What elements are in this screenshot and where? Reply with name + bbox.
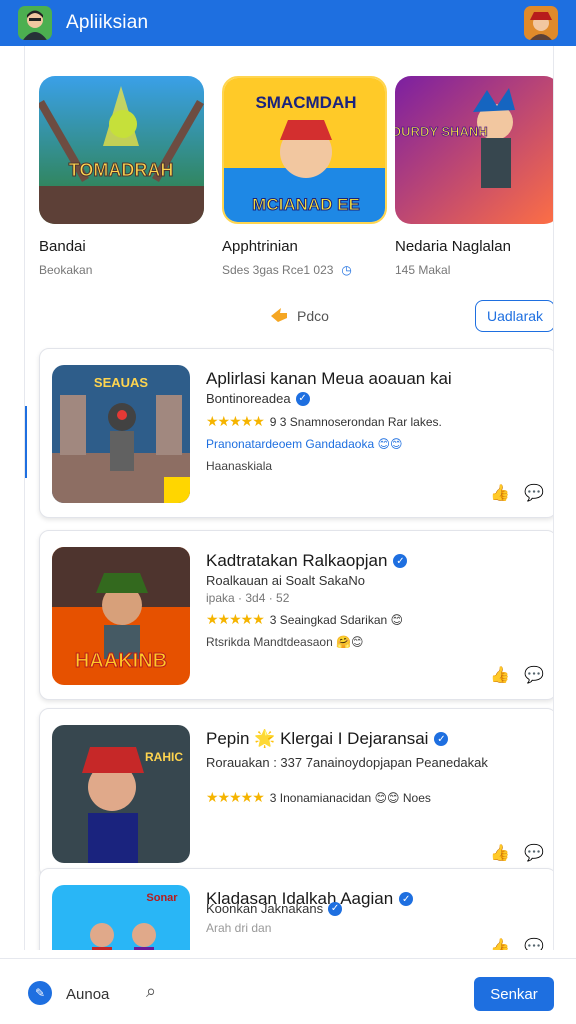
pen-icon[interactable]: ✎ xyxy=(28,981,52,1005)
update-button[interactable]: Uadlarak xyxy=(475,300,553,332)
main-content: TOMADRAH Bandai Beokakan SMACMDAH MCIANA… xyxy=(24,46,554,950)
featured-item[interactable]: SMACMDAH MCIANAD EE Apphtrinian Sdes 3ga… xyxy=(222,76,387,277)
bottom-label[interactable]: Aunoa xyxy=(66,986,109,1003)
featured-thumbnail[interactable]: SOURDY SHANH xyxy=(395,76,553,224)
app-list-card[interactable]: HAAKINB Kadtratakan Ralkaopjan ✓ Roalkau… xyxy=(39,530,553,700)
send-button[interactable]: Senkar xyxy=(474,977,554,1011)
app-thumbnail[interactable]: Sonar xyxy=(52,885,190,950)
app-info: Arah dri dan xyxy=(206,921,272,935)
pointer-icon xyxy=(269,306,289,329)
app-title: Apliiksian xyxy=(66,12,149,33)
featured-item[interactable]: TOMADRAH Bandai Beokakan xyxy=(39,76,204,277)
app-category: Haanaskiala xyxy=(206,459,273,473)
scroll-indicator xyxy=(25,406,27,478)
featured-thumbnail[interactable]: TOMADRAH xyxy=(39,76,204,224)
profile-avatar[interactable] xyxy=(524,6,558,40)
app-title: Pepin 🌟 Klergai I Dejaransai xyxy=(206,729,429,748)
app-thumbnail[interactable]: RAHIC xyxy=(52,725,190,863)
user-avatar[interactable] xyxy=(18,6,52,40)
featured-art-text: SMACMDAH xyxy=(255,93,356,112)
verified-icon: ✓ xyxy=(295,391,310,406)
featured-title: Nedaria Naglalan xyxy=(395,238,511,255)
app-tagline: Pranonatardeoem Gandadaoka 😊😊 xyxy=(206,437,403,451)
thumbnail-art-text: RAHIC xyxy=(145,750,183,764)
app-list-card[interactable]: RAHIC Pepin 🌟 Klergai I Dejaransai ✓ Ror… xyxy=(39,708,553,878)
developer-name: Bontinoreadea xyxy=(206,391,291,406)
star-rating: ★★★★★ xyxy=(206,789,265,805)
like-icon[interactable]: 👍 xyxy=(490,937,510,950)
app-title: Kadtratakan Ralkaopjan xyxy=(206,551,388,570)
promo-row: Pdco Uadlarak xyxy=(25,300,553,334)
verified-icon: ✓ xyxy=(434,732,449,746)
featured-meta: Sdes 3gas Rce1 023 xyxy=(222,263,334,277)
star-rating: ★★★★★ xyxy=(206,413,265,429)
verified-icon: ✓ xyxy=(393,554,408,568)
featured-meta: 145 Makal xyxy=(395,263,451,277)
featured-art-text: TOMADRAH xyxy=(69,160,174,180)
app-list-card[interactable]: Sonar Kladasan Idalkah Aagian ✓ Koonkan … xyxy=(39,868,553,950)
developer-name: Koonkan Jaknakans xyxy=(206,901,324,916)
search-icon[interactable]: ⌕ xyxy=(146,981,156,1002)
app-thumbnail[interactable]: SEAUAS xyxy=(52,365,190,503)
app-thumbnail[interactable]: HAAKINB xyxy=(52,547,190,685)
verified-icon: ✓ xyxy=(399,892,414,906)
rating-text: 3 Inonamianacidan 😊😊 Noes xyxy=(269,790,431,805)
clock-icon: ◷ xyxy=(341,263,352,277)
verified-icon: ✓ xyxy=(328,901,343,916)
bottom-bar: ✎ Aunoa ⌕ Senkar xyxy=(0,958,576,1024)
star-rating: ★★★★★ xyxy=(206,611,265,627)
like-icon[interactable]: 👍 xyxy=(490,843,510,863)
app-info: ipaka · 3d4 · 52 xyxy=(206,591,290,605)
comment-icon[interactable]: 💬 xyxy=(524,937,544,950)
like-icon[interactable]: 👍 xyxy=(490,665,510,685)
promo-label: Pdco xyxy=(297,308,329,324)
developer-name: Rorauakan : 337 7anainoydopjapan Peaneda… xyxy=(206,755,488,770)
like-icon[interactable]: 👍 xyxy=(490,483,510,503)
featured-meta: Beokakan xyxy=(39,263,93,277)
top-app-bar: Apliiksian xyxy=(0,0,576,46)
featured-item[interactable]: SOURDY SHANH Nedaria Naglalan 145 Makal xyxy=(395,76,553,277)
featured-art-text: SOURDY SHANH xyxy=(395,124,488,139)
rating-text: 3 Seaingkad Sdarikan 😊 xyxy=(269,612,404,627)
app-title: Aplirlasi kanan Meua aoauan kai xyxy=(206,369,452,388)
comment-icon[interactable]: 💬 xyxy=(524,483,544,503)
featured-title: Apphtrinian xyxy=(222,238,298,255)
developer-name: Roalkauan ai Soalt SakaNo xyxy=(206,573,365,588)
featured-carousel: TOMADRAH Bandai Beokakan SMACMDAH MCIANA… xyxy=(39,76,553,277)
featured-thumbnail[interactable]: SMACMDAH MCIANAD EE xyxy=(222,76,387,224)
featured-title: Bandai xyxy=(39,238,86,255)
app-category: Rtsrikda Mandtdeasaon 🤗😊 xyxy=(206,635,364,649)
thumbnail-art-text: HAAKINB xyxy=(75,650,167,672)
app-list-card[interactable]: SEAUAS Aplirlasi kanan Meua aoauan kai B… xyxy=(39,348,553,518)
thumbnail-art-text: SEAUAS xyxy=(94,375,149,390)
thumbnail-art-text: Sonar xyxy=(146,892,178,904)
comment-icon[interactable]: 💬 xyxy=(524,665,544,685)
comment-icon[interactable]: 💬 xyxy=(524,843,544,863)
rating-text: 9 3 Snamnoserondan Rar lakes. xyxy=(269,414,442,429)
featured-art-text-2: MCIANAD EE xyxy=(252,195,360,214)
